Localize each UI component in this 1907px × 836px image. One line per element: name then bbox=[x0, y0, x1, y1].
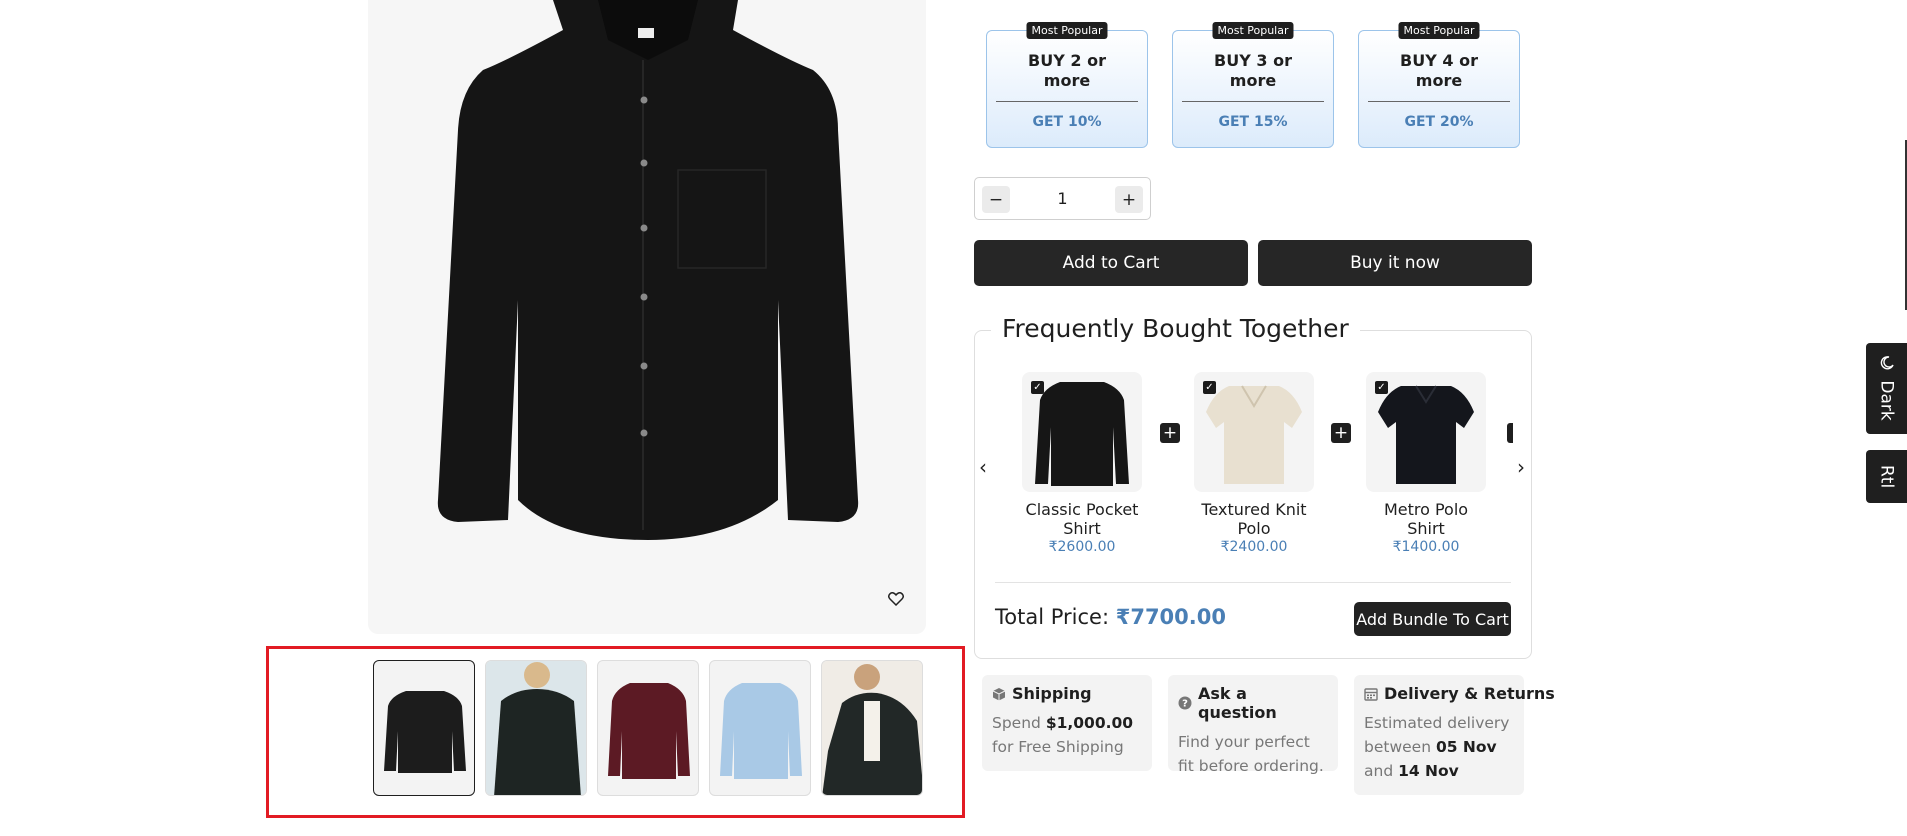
offer-title: BUY 2 or more bbox=[1028, 51, 1106, 90]
quantity-increase-button[interactable]: + bbox=[1115, 186, 1143, 213]
fbt-title: Frequently Bought Together bbox=[991, 314, 1360, 343]
heart-icon[interactable] bbox=[888, 592, 912, 616]
shipping-text-post: for Free Shipping bbox=[992, 738, 1124, 756]
offer-card-buy-4[interactable]: Most Popular BUY 4 or more GET 20% bbox=[1358, 22, 1520, 148]
buy-now-button[interactable]: Buy it now bbox=[1258, 240, 1532, 286]
delivery-date-start: 05 Nov bbox=[1435, 738, 1497, 756]
thumbnail-3[interactable] bbox=[597, 660, 699, 796]
thumbnail-5[interactable] bbox=[821, 660, 923, 796]
ask-question-text: Find your perfect fit before ordering. bbox=[1178, 733, 1324, 775]
offer-card-buy-2[interactable]: Most Popular BUY 2 or more GET 10% bbox=[986, 22, 1148, 148]
chevron-right-icon[interactable]: › bbox=[1517, 455, 1525, 479]
box-icon bbox=[992, 687, 1006, 701]
quantity-stepper: − 1 + bbox=[974, 177, 1151, 220]
delivery-returns-card: Delivery & Returns Estimated delivery be… bbox=[1354, 675, 1555, 795]
offer-divider bbox=[1368, 101, 1510, 102]
frequently-bought-together: Frequently Bought Together ‹ › ✓ Classic… bbox=[974, 314, 1532, 659]
svg-text:?: ? bbox=[1182, 699, 1188, 710]
ask-question-card[interactable]: ? Ask a question Find your perfect fit b… bbox=[1168, 675, 1338, 775]
offer-divider bbox=[996, 101, 1138, 102]
delivery-date-end: 14 Nov bbox=[1398, 762, 1459, 780]
plus-icon: + bbox=[1160, 423, 1180, 443]
shirt-illustration bbox=[437, 0, 859, 540]
fbt-item-1[interactable]: ✓ Classic Pocket Shirt ₹2600.00 bbox=[1022, 372, 1142, 555]
plus-icon: + bbox=[1331, 423, 1351, 443]
thumbnail-1[interactable] bbox=[373, 660, 475, 796]
thumbnail-strip bbox=[373, 660, 923, 796]
most-popular-badge: Most Popular bbox=[1026, 22, 1108, 39]
shipping-card: Shipping Spend $1,000.00 for Free Shippi… bbox=[982, 675, 1152, 771]
fbt-item-3[interactable]: ✓ Metro Polo Shirt ₹1400.00 bbox=[1366, 372, 1486, 555]
chevron-left-icon[interactable]: ‹ bbox=[979, 455, 987, 479]
fbt-item-price: ₹1400.00 bbox=[1392, 539, 1460, 555]
offer-discount: GET 15% bbox=[1218, 114, 1288, 130]
offer-title: BUY 3 or more bbox=[1214, 51, 1292, 90]
add-to-cart-button[interactable]: Add to Cart bbox=[974, 240, 1248, 286]
fbt-item-price: ₹2600.00 bbox=[1048, 539, 1116, 555]
calendar-icon bbox=[1364, 687, 1378, 701]
total-price-value: ₹7700.00 bbox=[1115, 605, 1226, 629]
fbt-item-name[interactable]: Textured Knit Polo bbox=[1194, 500, 1314, 538]
product-image[interactable]: ✓ bbox=[1366, 372, 1486, 492]
rtl-toggle[interactable]: Rtl bbox=[1866, 450, 1907, 503]
thumbnail-4[interactable] bbox=[709, 660, 811, 796]
fbt-item-name[interactable]: Classic Pocket Shirt bbox=[1022, 500, 1142, 538]
offer-card-buy-3[interactable]: Most Popular BUY 3 or more GET 15% bbox=[1172, 22, 1334, 148]
offer-discount: GET 10% bbox=[1032, 114, 1102, 130]
main-product-image[interactable] bbox=[368, 0, 926, 634]
thumbnail-2[interactable] bbox=[485, 660, 587, 796]
shipping-title: Shipping bbox=[1012, 684, 1092, 703]
checkbox-checked-icon[interactable]: ✓ bbox=[1203, 381, 1216, 394]
total-price: Total Price: ₹7700.00 bbox=[995, 605, 1226, 629]
offer-title: BUY 4 or more bbox=[1400, 51, 1478, 90]
dark-mode-label: Dark bbox=[1876, 380, 1897, 421]
plus-icon bbox=[1507, 423, 1513, 443]
offer-discount: GET 20% bbox=[1404, 114, 1474, 130]
product-image[interactable]: ✓ bbox=[1194, 372, 1314, 492]
question-icon: ? bbox=[1178, 696, 1192, 710]
fbt-item-name[interactable]: Metro Polo Shirt bbox=[1366, 500, 1486, 538]
shipping-text-pre: Spend bbox=[992, 714, 1046, 732]
moon-icon bbox=[1880, 356, 1894, 370]
offer-divider bbox=[1182, 101, 1324, 102]
product-page: Most Popular BUY 2 or more GET 10% Most … bbox=[0, 0, 1907, 836]
product-image[interactable]: ✓ bbox=[1022, 372, 1142, 492]
fbt-divider bbox=[995, 582, 1511, 583]
delivery-text-mid: and bbox=[1364, 762, 1399, 780]
shipping-amount: $1,000.00 bbox=[1045, 714, 1134, 732]
delivery-title: Delivery & Returns bbox=[1384, 684, 1555, 703]
add-bundle-to-cart-button[interactable]: Add Bundle To Cart bbox=[1354, 602, 1511, 636]
dark-mode-toggle[interactable]: Dark bbox=[1866, 343, 1907, 434]
ask-question-title[interactable]: Ask a question bbox=[1198, 684, 1328, 722]
most-popular-badge: Most Popular bbox=[1212, 22, 1294, 39]
checkbox-checked-icon[interactable]: ✓ bbox=[1031, 381, 1044, 394]
total-price-label: Total Price: bbox=[995, 605, 1110, 629]
checkbox-checked-icon[interactable]: ✓ bbox=[1375, 381, 1388, 394]
most-popular-badge: Most Popular bbox=[1398, 22, 1480, 39]
fbt-item-price: ₹2400.00 bbox=[1220, 539, 1288, 555]
fbt-item-2[interactable]: ✓ Textured Knit Polo ₹2400.00 bbox=[1194, 372, 1314, 555]
rtl-label: Rtl bbox=[1876, 464, 1897, 489]
